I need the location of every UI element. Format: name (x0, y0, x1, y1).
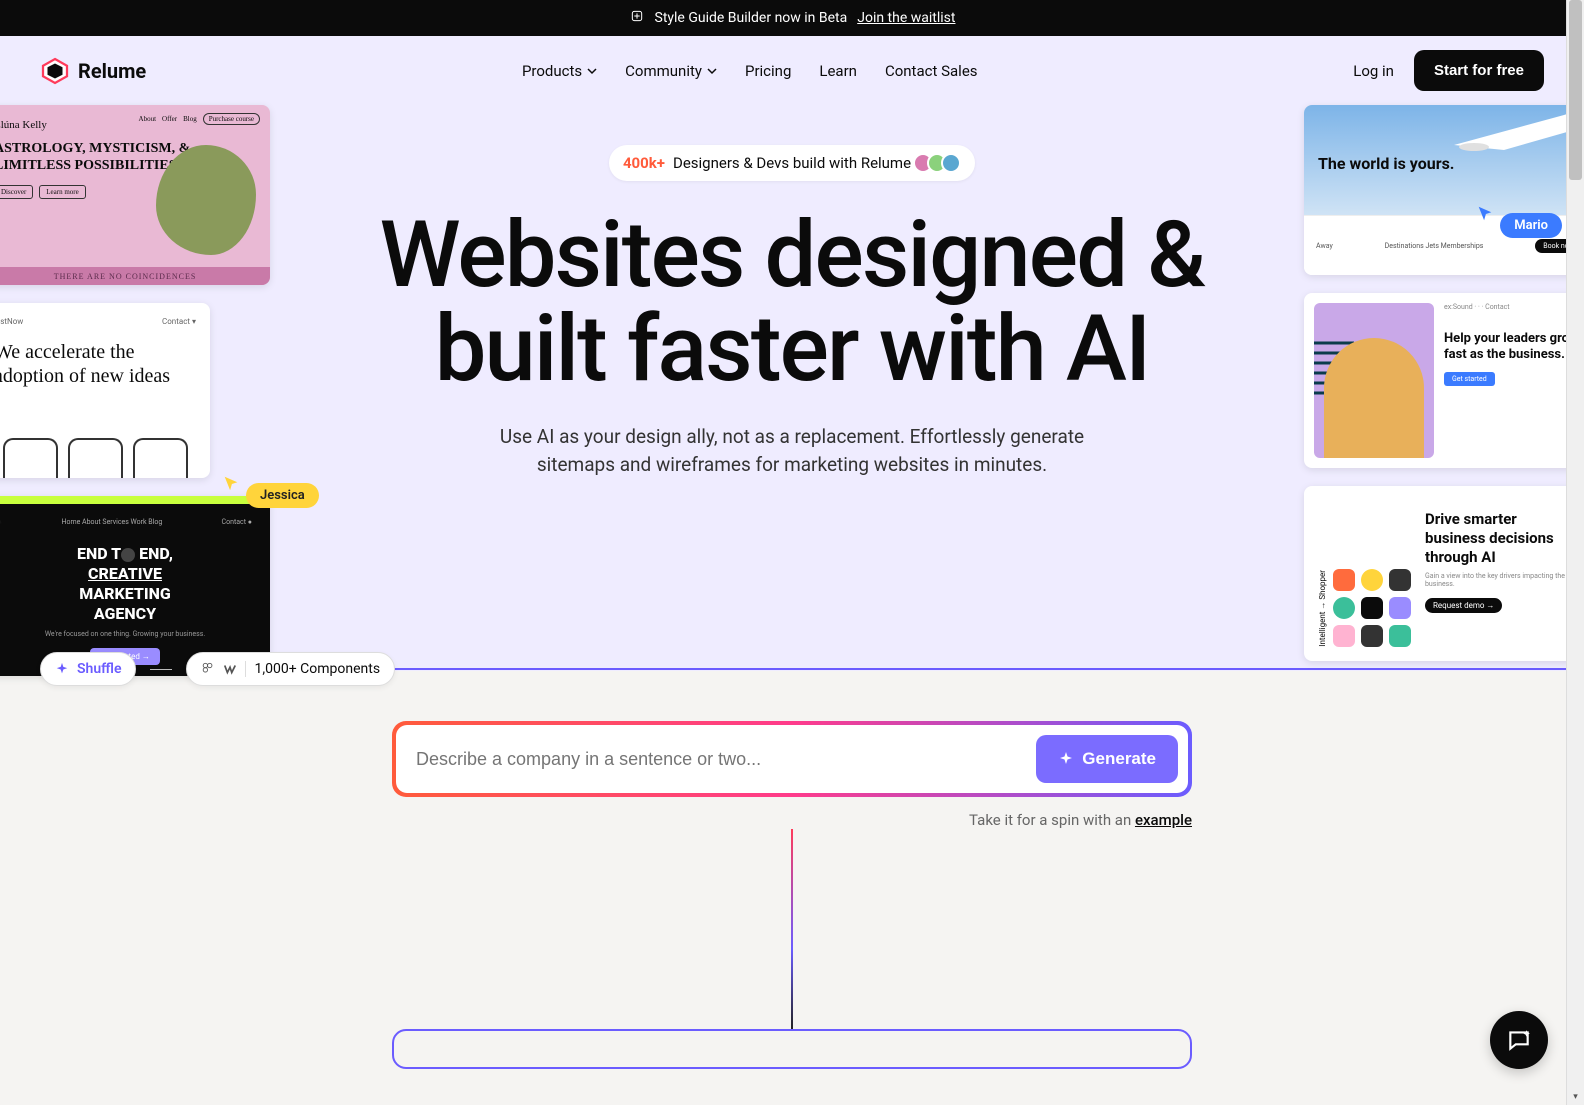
nav-learn[interactable]: Learn (819, 62, 857, 80)
connector-line (150, 669, 172, 670)
nav-wrap: Relume Products Community Pricing Learn … (0, 36, 1584, 671)
hero-subtitle: Use AI as your design ally, not as a rep… (472, 423, 1112, 480)
hero-title: Websites designed & built faster with AI (292, 209, 1292, 397)
preview-card-coach: ex:Sound · · · Contact Help your leaders… (1304, 293, 1584, 468)
hero-section: AboutOfferBlogPurchase course Elúna Kell… (0, 105, 1584, 670)
preview-headline: END T END, CREATIVE MARKETING AGENCY (0, 544, 252, 624)
hero-inner: Mario Jessica 400k+ Designers & Devs bui… (292, 145, 1292, 480)
nav-community-label: Community (625, 62, 702, 80)
example-link[interactable]: example (1135, 811, 1192, 829)
nav-right: Log in Start for free (1353, 50, 1544, 91)
generate-inner: Generate (396, 725, 1188, 793)
preview-strip: THERE ARE NO COINCIDENCES (0, 267, 270, 285)
nav-contact-label: Contact Sales (885, 62, 978, 80)
scrollbar[interactable]: ▾ (1566, 0, 1584, 1105)
preview-card-agency: ◐Home About Services Work BlogContact ● … (0, 496, 270, 676)
scroll-thumb[interactable] (1569, 0, 1582, 180)
main-nav: Relume Products Community Pricing Learn … (0, 36, 1584, 105)
avatar-stack (919, 153, 961, 173)
generate-box: Generate (392, 721, 1192, 797)
chevron-down-icon (587, 66, 597, 76)
sparkle-icon (1058, 751, 1074, 767)
nav-pricing-label: Pricing (745, 62, 791, 80)
cursor-label: Mario (1500, 213, 1562, 238)
nav-products-label: Products (522, 62, 582, 80)
preview-card-ai: Intelligent → Shopper Drive smarter busi… (1304, 486, 1584, 661)
stage-2-box (392, 1029, 1192, 1069)
logo[interactable]: Relume (40, 56, 146, 86)
example-lead: Take it for a spin with an (969, 811, 1135, 829)
preview-headline: We accelerate the adoption of new ideas (0, 340, 196, 388)
chat-icon (1506, 1027, 1532, 1053)
cursor-icon (222, 475, 240, 493)
logo-text: Relume (78, 59, 146, 83)
side-cards-left: AboutOfferBlogPurchase course Elúna Kell… (0, 105, 280, 676)
chevron-down-icon (707, 66, 717, 76)
preview-card-astrology: AboutOfferBlogPurchase course Elúna Kell… (0, 105, 270, 285)
generate-label: Generate (1082, 749, 1156, 769)
login-link[interactable]: Log in (1353, 62, 1394, 80)
nav-pricing[interactable]: Pricing (745, 62, 791, 80)
connector-vertical (791, 829, 793, 1029)
phones-row (0, 438, 210, 478)
nav-products[interactable]: Products (522, 62, 597, 80)
preview-card-listnow: ListNowContact ▾ We accelerate the adopt… (0, 303, 210, 478)
generate-button[interactable]: Generate (1036, 735, 1178, 783)
announcement-link[interactable]: Join the waitlist (857, 10, 955, 26)
social-proof-pill[interactable]: 400k+ Designers & Devs build with Relume (609, 145, 975, 181)
side-cards-right: The world is yours. AwayDestinations Jet… (1304, 105, 1584, 661)
preview-topnav: AboutOfferBlogPurchase course (139, 113, 260, 125)
preview-card-sky: The world is yours. AwayDestinations Jet… (1304, 105, 1584, 275)
example-hint: Take it for a spin with an example (392, 811, 1192, 829)
preview-headline: The world is yours. (1318, 155, 1454, 173)
cursor-tag-jessica: Jessica (222, 475, 319, 508)
nav-community[interactable]: Community (625, 62, 717, 80)
generate-section: Generate Take it for a spin with an exam… (0, 671, 1584, 1069)
nav-center: Products Community Pricing Learn Contact… (522, 62, 978, 80)
nav-learn-label: Learn (819, 62, 857, 80)
cursor-label: Jessica (246, 483, 319, 508)
preview-brand: ListNow (0, 317, 23, 326)
preview-headline: Help your leaders grow as fast as the bu… (1444, 331, 1584, 362)
chat-fab[interactable] (1490, 1011, 1548, 1069)
cursor-icon (1476, 205, 1494, 223)
announcement-text: Style Guide Builder now in Beta (655, 10, 848, 26)
prompt-input[interactable] (416, 749, 1024, 770)
plane-icon (1444, 105, 1584, 165)
scroll-down-icon[interactable]: ▾ (1567, 1089, 1584, 1105)
logo-mark-icon (40, 56, 70, 86)
pill-text: Designers & Devs build with Relume (673, 154, 911, 172)
nav-contact[interactable]: Contact Sales (885, 62, 978, 80)
sparkle-icon (629, 8, 645, 28)
avatar (941, 153, 961, 173)
announcement-bar: Style Guide Builder now in Beta Join the… (0, 0, 1584, 36)
portrait-placeholder (156, 145, 256, 255)
preview-headline: Drive smarter business decisions through… (1425, 510, 1580, 566)
pill-count: 400k+ (623, 154, 665, 172)
cursor-tag-mario: Mario (1476, 205, 1562, 238)
start-free-button[interactable]: Start for free (1414, 50, 1544, 91)
